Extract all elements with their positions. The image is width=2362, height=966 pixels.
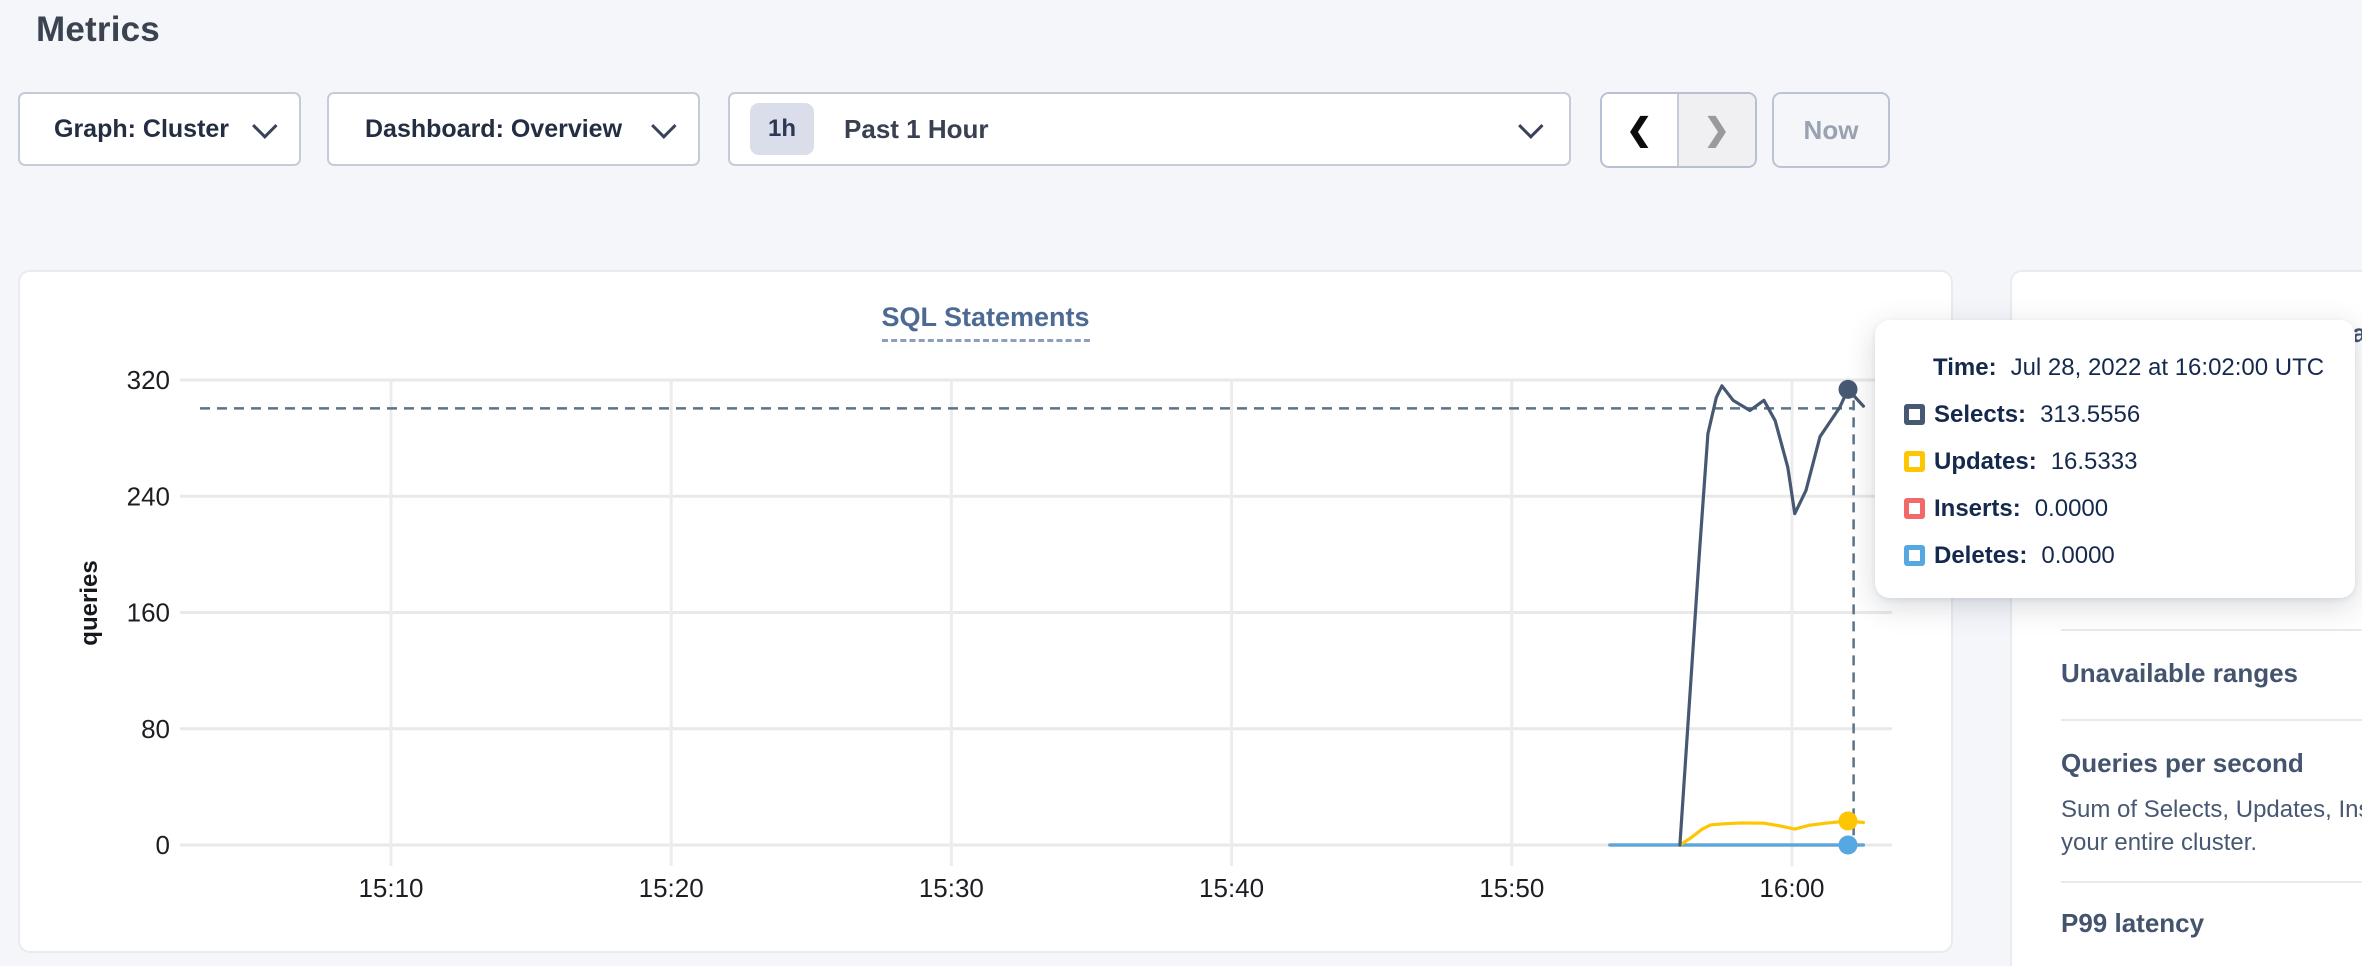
tooltip-time-row: Time: Jul 28, 2022 at 16:02:00 UTC — [1933, 344, 2335, 391]
sidebar-heading-queries-per-second: Queries per second — [2061, 748, 2304, 779]
tooltip-updates-row: Updates: 16.5333 — [1904, 438, 2335, 485]
chevron-down-icon — [651, 113, 676, 138]
svg-text:80: 80 — [141, 714, 170, 744]
tooltip-time-label: Time: — [1933, 354, 1997, 382]
tooltip-inserts-row: Inserts: 0.0000 — [1904, 485, 2335, 532]
tooltip-series-label: Selects: — [1934, 401, 2026, 429]
next-window-button-disabled[interactable]: ❯ — [1679, 94, 1756, 166]
svg-text:160: 160 — [127, 598, 170, 628]
sql-statements-plot[interactable]: 0 80 160 240 320 15:10 15:20 15:30 15:40 15:50 16:… — [20, 272, 1955, 955]
tooltip-series-value: 0.0000 — [2035, 495, 2108, 523]
tooltip-series-value: 313.5556 — [2040, 401, 2140, 429]
tooltip-series-value: 0.0000 — [2041, 542, 2114, 570]
time-range-dropdown[interactable]: 1h Past 1 Hour — [728, 92, 1571, 166]
sidebar-description-line: your entire cluster. — [2061, 829, 2257, 857]
tooltip-series-label: Updates: — [1934, 448, 2037, 476]
svg-text:320: 320 — [127, 365, 170, 395]
graph-scope-dropdown-label: Graph: Cluster — [54, 115, 229, 144]
selects-series-swatch-icon — [1904, 404, 1925, 425]
chart-hover-tooltip: Time: Jul 28, 2022 at 16:02:00 UTC Selec… — [1875, 320, 2355, 598]
updates-series-swatch-icon — [1904, 451, 1925, 472]
tooltip-time-value: Jul 28, 2022 at 16:02:00 UTC — [2011, 354, 2325, 382]
svg-text:0: 0 — [156, 830, 170, 860]
time-window-nav: ❮ ❯ — [1600, 92, 1757, 168]
chevron-down-icon — [252, 113, 277, 138]
tooltip-selects-row: Selects: 313.5556 — [1904, 391, 2335, 438]
now-button-disabled[interactable]: Now — [1772, 92, 1890, 168]
page-title: Metrics — [36, 10, 160, 50]
sidebar-description-line: Sum of Selects, Updates, Inser — [2061, 796, 2362, 824]
sidebar-heading-unavailable-ranges: Unavailable ranges — [2061, 658, 2298, 689]
chevron-left-icon: ❮ — [1626, 112, 1652, 148]
tooltip-series-label: Inserts: — [1934, 495, 2021, 523]
svg-text:240: 240 — [127, 481, 170, 511]
svg-text:15:20: 15:20 — [639, 873, 704, 903]
inserts-series-swatch-icon — [1904, 498, 1925, 519]
svg-text:16:00: 16:00 — [1759, 873, 1824, 903]
time-range-label: Past 1 Hour — [844, 114, 1501, 145]
divider — [2061, 629, 2362, 631]
previous-window-button[interactable]: ❮ — [1602, 94, 1679, 166]
deletes-series-swatch-icon — [1904, 545, 1925, 566]
tooltip-series-label: Deletes: — [1934, 542, 2027, 570]
time-range-badge: 1h — [750, 103, 814, 155]
svg-text:15:40: 15:40 — [1199, 873, 1264, 903]
svg-text:15:10: 15:10 — [358, 873, 423, 903]
graph-scope-dropdown[interactable]: Graph: Cluster — [18, 92, 301, 166]
svg-text:15:50: 15:50 — [1479, 873, 1544, 903]
tooltip-deletes-row: Deletes: 0.0000 — [1904, 532, 2335, 579]
divider — [2061, 719, 2362, 721]
chevron-right-icon: ❯ — [1704, 112, 1730, 148]
sidebar-heading-p99-latency: P99 latency — [2061, 908, 2204, 939]
chevron-down-icon — [1518, 113, 1543, 138]
sql-statements-chart-card: SQL Statements queries 08016024032015:10… — [18, 270, 1953, 953]
svg-text:15:30: 15:30 — [919, 873, 984, 903]
dashboard-dropdown[interactable]: Dashboard: Overview — [327, 92, 700, 166]
tooltip-series-value: 16.5333 — [2051, 448, 2138, 476]
divider — [2061, 881, 2362, 883]
dashboard-dropdown-label: Dashboard: Overview — [365, 115, 622, 144]
